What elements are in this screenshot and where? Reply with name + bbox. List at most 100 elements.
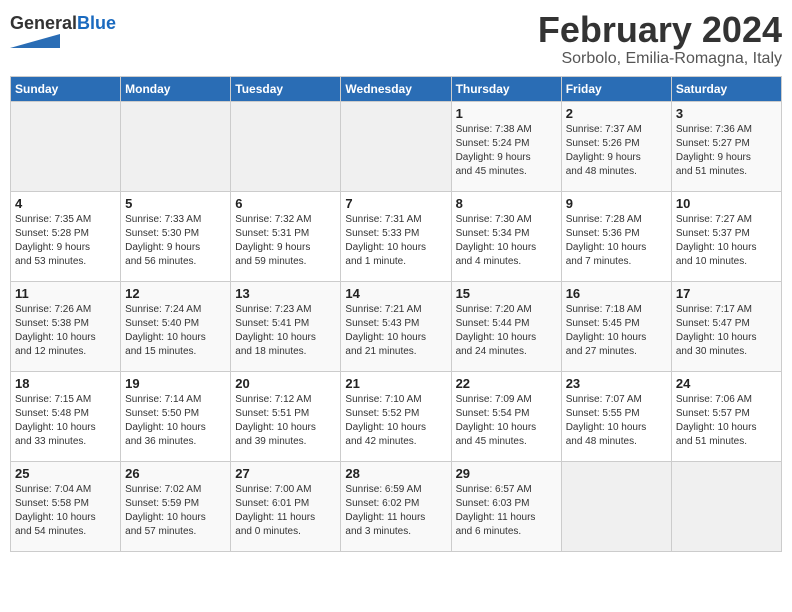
calendar-cell: 11 Sunrise: 7:26 AM Sunset: 5:38 PM Dayli… [11, 281, 121, 371]
day-number: 1 [456, 106, 557, 121]
calendar-cell: 3 Sunrise: 7:36 AM Sunset: 5:27 PM Daylig… [671, 101, 781, 191]
calendar-cell: 17 Sunrise: 7:17 AM Sunset: 5:47 PM Dayli… [671, 281, 781, 371]
logo: GeneralBlue [10, 14, 116, 53]
calendar-cell: 23Sunrise: 7:07 AM Sunset: 5:55 PM Dayli… [561, 371, 671, 461]
logo-icon [10, 34, 60, 48]
day-number: 5 [125, 196, 226, 211]
day-info: Sunrise: 7:09 AM Sunset: 5:54 PM Dayligh… [456, 393, 557, 449]
calendar-cell: 6Sunrise: 7:32 AM Sunset: 5:31 PM Daylig… [231, 191, 341, 281]
logo-general-text: General [10, 13, 77, 33]
weekday-header-friday: Friday [561, 76, 671, 101]
weekday-header-monday: Monday [121, 76, 231, 101]
day-info: Sunrise: 7:10 AM Sunset: 5:52 PM Dayligh… [345, 393, 446, 449]
day-number: 19 [125, 376, 226, 391]
calendar-cell: 20Sunrise: 7:12 AM Sunset: 5:51 PM Dayli… [231, 371, 341, 461]
day-info: Sunrise: 7:38 AM Sunset: 5:24 PM Dayligh… [456, 123, 557, 179]
calendar-week-3: 11 Sunrise: 7:26 AM Sunset: 5:38 PM Dayli… [11, 281, 782, 371]
calendar-cell [231, 101, 341, 191]
calendar-cell: 15 Sunrise: 7:20 AM Sunset: 5:44 PM Dayli… [451, 281, 561, 371]
day-number: 12 [125, 286, 226, 301]
day-number: 18 [15, 376, 116, 391]
calendar-cell: 28 Sunrise: 6:59 AM Sunset: 6:02 PM Dayli… [341, 461, 451, 551]
day-info: Sunrise: 7:23 AM Sunset: 5:41 PM Dayligh… [235, 303, 336, 359]
weekday-header-saturday: Saturday [671, 76, 781, 101]
day-number: 11 [15, 286, 116, 301]
calendar-header: SundayMondayTuesdayWednesdayThursdayFrid… [11, 76, 782, 101]
day-number: 16 [566, 286, 667, 301]
calendar-cell: 21 Sunrise: 7:10 AM Sunset: 5:52 PM Dayli… [341, 371, 451, 461]
calendar-cell: 24 Sunrise: 7:06 AM Sunset: 5:57 PM Dayli… [671, 371, 781, 461]
day-info: Sunrise: 7:37 AM Sunset: 5:26 PM Dayligh… [566, 123, 667, 179]
calendar-cell: 4Sunrise: 7:35 AM Sunset: 5:28 PM Daylig… [11, 191, 121, 281]
day-number: 28 [345, 466, 446, 481]
calendar-cell [11, 101, 121, 191]
logo-blue-text: Blue [77, 13, 116, 33]
day-info: Sunrise: 7:30 AM Sunset: 5:34 PM Dayligh… [456, 213, 557, 269]
day-number: 26 [125, 466, 226, 481]
calendar-body: 1 Sunrise: 7:38 AM Sunset: 5:24 PM Daylig… [11, 101, 782, 551]
day-number: 27 [235, 466, 336, 481]
calendar-cell: 25 Sunrise: 7:04 AM Sunset: 5:58 PM Dayli… [11, 461, 121, 551]
day-info: Sunrise: 7:00 AM Sunset: 6:01 PM Dayligh… [235, 483, 336, 539]
weekday-header-wednesday: Wednesday [341, 76, 451, 101]
day-info: Sunrise: 6:59 AM Sunset: 6:02 PM Dayligh… [345, 483, 446, 539]
calendar-cell: 1 Sunrise: 7:38 AM Sunset: 5:24 PM Daylig… [451, 101, 561, 191]
weekday-header-row: SundayMondayTuesdayWednesdayThursdayFrid… [11, 76, 782, 101]
calendar-cell [121, 101, 231, 191]
day-info: Sunrise: 7:31 AM Sunset: 5:33 PM Dayligh… [345, 213, 446, 269]
day-number: 15 [456, 286, 557, 301]
day-info: Sunrise: 7:36 AM Sunset: 5:27 PM Dayligh… [676, 123, 777, 179]
calendar-cell [671, 461, 781, 551]
day-number: 4 [15, 196, 116, 211]
day-info: Sunrise: 7:27 AM Sunset: 5:37 PM Dayligh… [676, 213, 777, 269]
day-info: Sunrise: 7:24 AM Sunset: 5:40 PM Dayligh… [125, 303, 226, 359]
day-number: 6 [235, 196, 336, 211]
day-info: Sunrise: 7:21 AM Sunset: 5:43 PM Dayligh… [345, 303, 446, 359]
calendar-week-1: 1 Sunrise: 7:38 AM Sunset: 5:24 PM Daylig… [11, 101, 782, 191]
calendar-cell: 7Sunrise: 7:31 AM Sunset: 5:33 PM Daylig… [341, 191, 451, 281]
title-block: February 2024 Sorbolo, Emilia-Romagna, I… [538, 10, 782, 68]
day-number: 3 [676, 106, 777, 121]
day-info: Sunrise: 7:07 AM Sunset: 5:55 PM Dayligh… [566, 393, 667, 449]
calendar-cell: 27 Sunrise: 7:00 AM Sunset: 6:01 PM Dayli… [231, 461, 341, 551]
calendar-cell: 16Sunrise: 7:18 AM Sunset: 5:45 PM Dayli… [561, 281, 671, 371]
calendar-cell: 19Sunrise: 7:14 AM Sunset: 5:50 PM Dayli… [121, 371, 231, 461]
calendar-cell: 12 Sunrise: 7:24 AM Sunset: 5:40 PM Dayli… [121, 281, 231, 371]
day-number: 20 [235, 376, 336, 391]
weekday-header-sunday: Sunday [11, 76, 121, 101]
day-number: 24 [676, 376, 777, 391]
day-info: Sunrise: 7:17 AM Sunset: 5:47 PM Dayligh… [676, 303, 777, 359]
calendar-cell [561, 461, 671, 551]
calendar-cell: 22 Sunrise: 7:09 AM Sunset: 5:54 PM Dayli… [451, 371, 561, 461]
day-number: 17 [676, 286, 777, 301]
calendar-cell: 29 Sunrise: 6:57 AM Sunset: 6:03 PM Dayli… [451, 461, 561, 551]
day-info: Sunrise: 6:57 AM Sunset: 6:03 PM Dayligh… [456, 483, 557, 539]
day-info: Sunrise: 7:28 AM Sunset: 5:36 PM Dayligh… [566, 213, 667, 269]
day-number: 22 [456, 376, 557, 391]
day-info: Sunrise: 7:15 AM Sunset: 5:48 PM Dayligh… [15, 393, 116, 449]
day-info: Sunrise: 7:20 AM Sunset: 5:44 PM Dayligh… [456, 303, 557, 359]
weekday-header-thursday: Thursday [451, 76, 561, 101]
calendar-cell: 5Sunrise: 7:33 AM Sunset: 5:30 PM Daylig… [121, 191, 231, 281]
calendar-cell: 8Sunrise: 7:30 AM Sunset: 5:34 PM Daylig… [451, 191, 561, 281]
calendar-cell: 18 Sunrise: 7:15 AM Sunset: 5:48 PM Dayli… [11, 371, 121, 461]
location: Sorbolo, Emilia-Romagna, Italy [538, 50, 782, 68]
page-header: GeneralBlue February 2024 Sorbolo, Emili… [10, 10, 782, 68]
weekday-header-tuesday: Tuesday [231, 76, 341, 101]
calendar-cell: 10 Sunrise: 7:27 AM Sunset: 5:37 PM Dayli… [671, 191, 781, 281]
day-number: 21 [345, 376, 446, 391]
day-number: 25 [15, 466, 116, 481]
day-number: 29 [456, 466, 557, 481]
day-info: Sunrise: 7:04 AM Sunset: 5:58 PM Dayligh… [15, 483, 116, 539]
calendar-cell: 26 Sunrise: 7:02 AM Sunset: 5:59 PM Dayli… [121, 461, 231, 551]
day-info: Sunrise: 7:26 AM Sunset: 5:38 PM Dayligh… [15, 303, 116, 359]
calendar-cell: 2 Sunrise: 7:37 AM Sunset: 5:26 PM Daylig… [561, 101, 671, 191]
day-number: 13 [235, 286, 336, 301]
month-title: February 2024 [538, 10, 782, 50]
day-info: Sunrise: 7:02 AM Sunset: 5:59 PM Dayligh… [125, 483, 226, 539]
calendar-week-5: 25 Sunrise: 7:04 AM Sunset: 5:58 PM Dayli… [11, 461, 782, 551]
day-info: Sunrise: 7:06 AM Sunset: 5:57 PM Dayligh… [676, 393, 777, 449]
day-number: 10 [676, 196, 777, 211]
calendar-table: SundayMondayTuesdayWednesdayThursdayFrid… [10, 76, 782, 552]
day-number: 2 [566, 106, 667, 121]
